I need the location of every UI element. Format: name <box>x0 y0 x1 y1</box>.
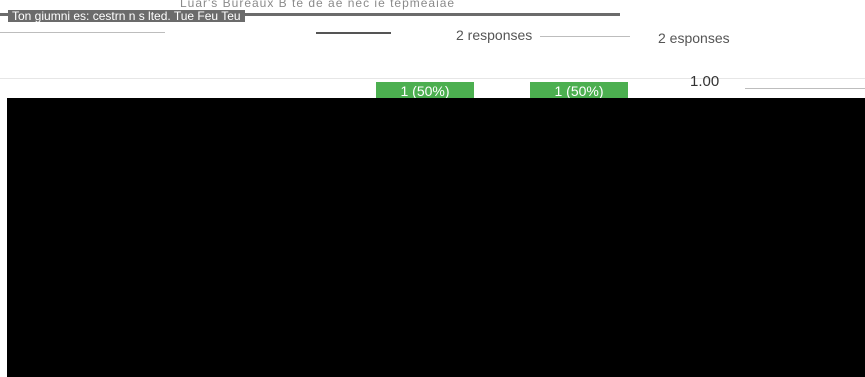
bar-label-1: 1 (50%) <box>376 82 474 98</box>
axis-gridline <box>745 88 865 89</box>
divider-mid <box>316 32 391 34</box>
header-title: Ton giumni es: cestrn n s lted. Tue Feu … <box>8 10 245 22</box>
header-strip: Luar's Bureaux B te de ae nec ie tepmeai… <box>0 0 865 36</box>
row-divider <box>0 78 865 79</box>
black-panel <box>7 98 865 377</box>
divider-left <box>0 32 165 33</box>
response-count-a: 2 responses <box>456 27 533 43</box>
bar-label-2: 1 (50%) <box>530 82 628 98</box>
divider-right <box>540 36 630 37</box>
axis-tick-label: 1.00 <box>690 73 720 90</box>
response-count-b: 2 esponses <box>658 30 730 46</box>
